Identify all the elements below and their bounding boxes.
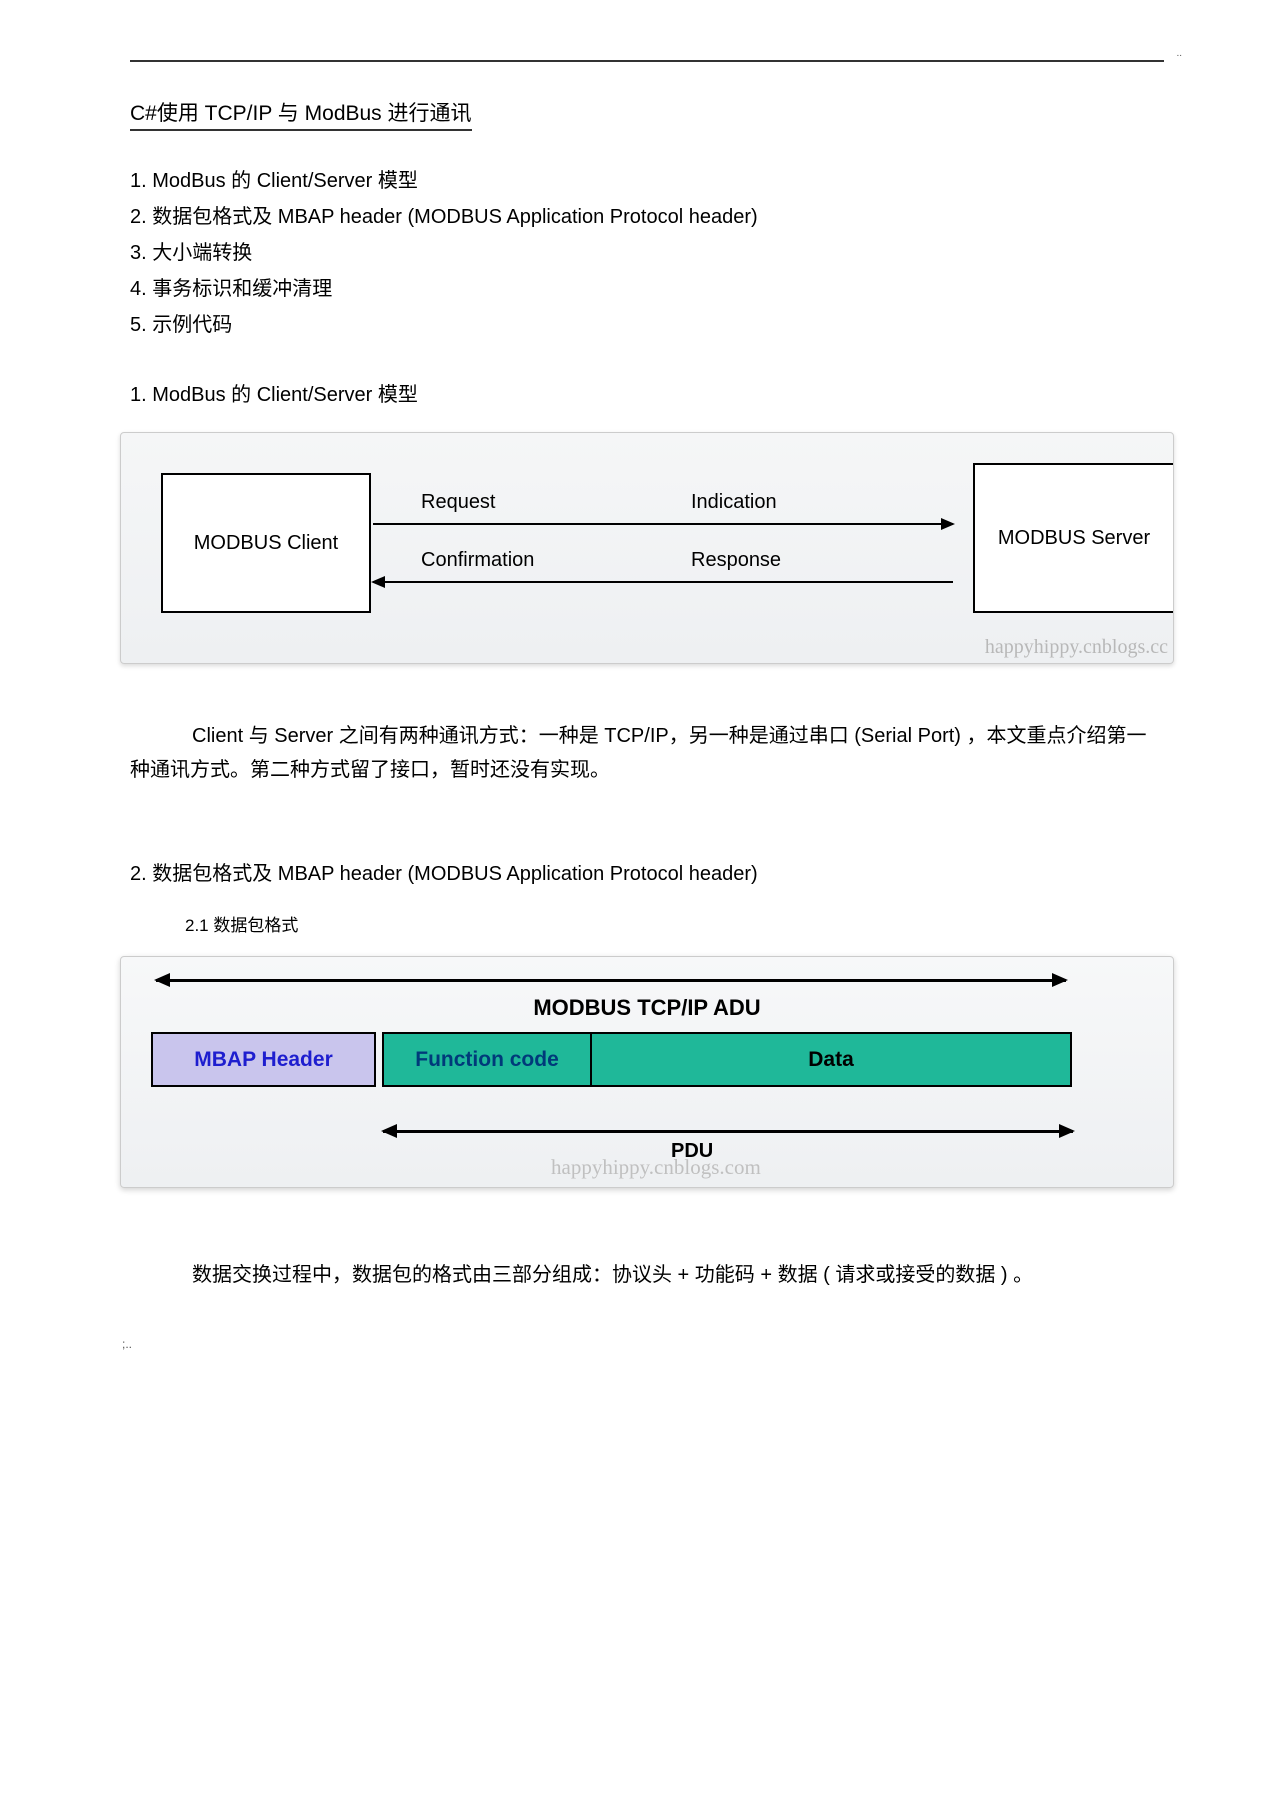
table-of-contents: 1. ModBus 的 Client/Server 模型 2. 数据包格式及 M… <box>130 163 1164 343</box>
document-title: C#使用 TCP/IP 与 ModBus 进行通讯 <box>130 97 472 131</box>
watermark-text: happyhippy.cnblogs.com <box>551 1155 761 1180</box>
data-block: Data <box>592 1032 1072 1087</box>
confirmation-arrow <box>373 581 953 583</box>
section-2: 2. 数据包格式及 MBAP header (MODBUS Applicatio… <box>130 857 1164 1292</box>
section-1-heading: 1. ModBus 的 Client/Server 模型 <box>130 378 1164 407</box>
section-2-paragraph: 数据交换过程中，数据包的格式由三部分组成：协议头 + 功能码 + 数据 ( 请求… <box>130 1258 1164 1292</box>
section-2-heading: 2. 数据包格式及 MBAP header (MODBUS Applicatio… <box>130 857 1164 886</box>
toc-item: 4. 事务标识和缓冲清理 <box>130 271 1164 307</box>
client-server-diagram-container: MODBUS Client MODBUS Server Request Indi… <box>120 432 1174 664</box>
toc-item: 1. ModBus 的 Client/Server 模型 <box>130 163 1164 199</box>
client-server-diagram: MODBUS Client MODBUS Server Request Indi… <box>121 433 1173 663</box>
watermark-text: happyhippy.cnblogs.cc <box>985 636 1168 659</box>
indication-label: Indication <box>691 491 777 514</box>
toc-item: 3. 大小端转换 <box>130 235 1164 271</box>
request-label: Request <box>421 491 496 514</box>
footer-marker: ;.. <box>122 1337 1164 1351</box>
modbus-server-box: MODBUS Server <box>973 463 1173 613</box>
function-code-block: Function code <box>382 1032 592 1087</box>
toc-item: 5. 示例代码 <box>130 307 1164 343</box>
section-1-paragraph: Client 与 Server 之间有两种通讯方式：一种是 TCP/IP，另一种… <box>130 719 1164 787</box>
toc-item: 2. 数据包格式及 MBAP header (MODBUS Applicatio… <box>130 199 1164 235</box>
mbap-header-block: MBAP Header <box>151 1032 376 1087</box>
adu-title: MODBUS TCP/IP ADU <box>121 995 1173 1021</box>
pdu-span-arrow <box>383 1130 1073 1133</box>
adu-diagram-container: MODBUS TCP/IP ADU MBAP Header Function c… <box>120 956 1174 1188</box>
adu-blocks-row: MBAP Header Function code Data <box>151 1032 1072 1087</box>
confirmation-label: Confirmation <box>421 549 534 572</box>
top-horizontal-rule <box>130 60 1164 62</box>
section-2-subheading: 2.1 数据包格式 <box>185 911 1164 936</box>
document-page: C#使用 TCP/IP 与 ModBus 进行通讯 1. ModBus 的 Cl… <box>0 0 1274 1391</box>
adu-diagram: MODBUS TCP/IP ADU MBAP Header Function c… <box>121 957 1173 1187</box>
modbus-client-box: MODBUS Client <box>161 473 371 613</box>
adu-span-arrow <box>156 979 1066 982</box>
response-label: Response <box>691 549 781 572</box>
request-arrow <box>373 523 953 525</box>
